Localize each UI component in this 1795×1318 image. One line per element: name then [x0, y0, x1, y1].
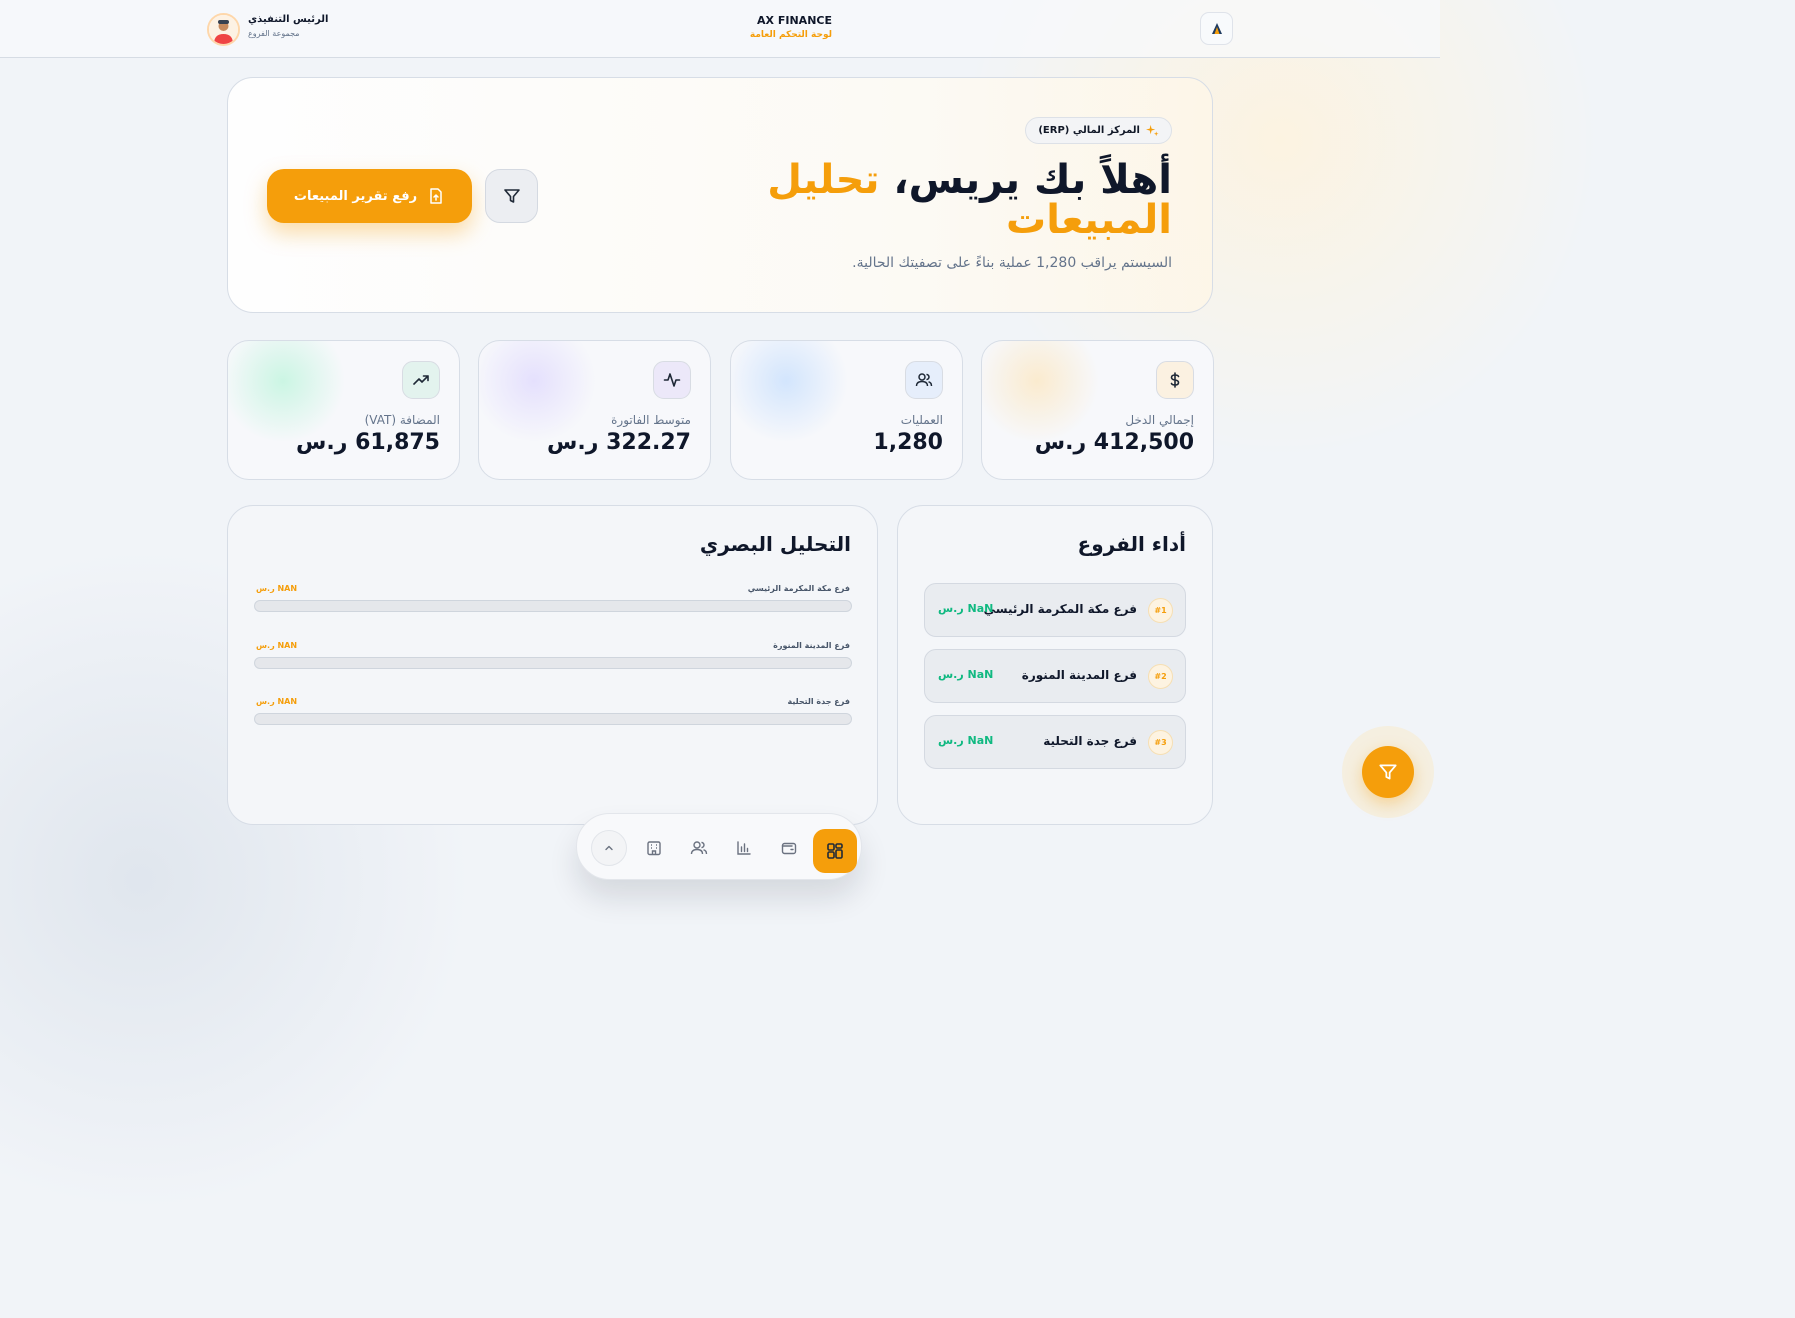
dock-branches-button[interactable]: [636, 830, 672, 866]
stat-card-vat: المضافة (VAT) 61,875 ر.س: [227, 340, 460, 480]
progress-row-value: NAN ر.س: [256, 697, 298, 706]
hero-card: المركز المالي (ERP) أهلاً بك يريس، تحليل…: [227, 77, 1213, 313]
stat-card-glow: [479, 341, 599, 441]
hero-badge: المركز المالي (ERP): [1025, 117, 1172, 144]
avatar[interactable]: [207, 13, 240, 46]
progress-track: [254, 713, 852, 725]
progress-row-label: فرع مكة المكرمة الرئيسي: [747, 584, 850, 593]
dock-collapse-button[interactable]: [591, 830, 627, 866]
stat-card-income: إجمالي الدخل 412,500 ر.س: [981, 340, 1214, 480]
dock-dashboard-button[interactable]: [813, 829, 857, 873]
branch-value: NaN ر.س: [938, 602, 994, 615]
grid-icon: [827, 843, 843, 859]
brand-logo[interactable]: [1200, 12, 1233, 45]
progress-track: [254, 657, 852, 669]
stat-label: إجمالي الدخل: [1125, 413, 1194, 427]
branch-name: فرع جدة التحلية: [1043, 734, 1137, 748]
floating-filter-button[interactable]: [1362, 746, 1414, 798]
stat-card-operations: العمليات 1,280: [730, 340, 963, 480]
dock-wallet-button[interactable]: [771, 830, 807, 866]
branch-performance-title: أداء الفروع: [1077, 532, 1186, 556]
trending-up-icon: [402, 361, 440, 399]
users-icon: [905, 361, 943, 399]
user-avatar-icon: [209, 15, 238, 44]
progress-row-label: فرع جدة التحلية: [787, 697, 850, 706]
filter-icon: [1379, 764, 1397, 780]
branch-name: فرع المدينة المنورة: [1021, 668, 1137, 682]
visual-analysis-title: التحليل البصري: [699, 532, 851, 556]
bottom-dock: [576, 813, 862, 880]
activity-icon: [653, 361, 691, 399]
building-icon: [647, 841, 661, 856]
stat-value: 1,280: [873, 430, 943, 455]
triangle-logo-icon: [1211, 22, 1222, 34]
stat-label: متوسط الفاتورة: [611, 413, 691, 427]
branch-rank: #3: [1148, 730, 1173, 755]
dock-users-button[interactable]: [681, 830, 717, 866]
top-bar: AX FINANCE لوحة التحكم العامة الرئيس الت…: [0, 0, 1440, 58]
file-upload-icon: [430, 188, 442, 204]
progress-row: فرع جدة التحلية NAN ر.س: [254, 697, 852, 729]
page-subtitle: السيستم يراقب 1,280 عملية بناءً على تصفي…: [852, 255, 1172, 271]
bar-chart-icon: [737, 841, 751, 855]
users-icon: [690, 841, 708, 855]
branch-performance-panel: أداء الفروع #1 فرع مكة المكرمة الرئيسي N…: [897, 505, 1213, 825]
branch-item[interactable]: #1 فرع مكة المكرمة الرئيسي NaN ر.س: [924, 583, 1186, 637]
visual-analysis-panel: التحليل البصري فرع مكة المكرمة الرئيسي N…: [227, 505, 878, 825]
stat-label: العمليات: [900, 413, 943, 427]
wallet-icon: [781, 842, 797, 855]
hero-badge-label: المركز المالي (ERP): [1038, 125, 1140, 136]
page-title: أهلاً بك يريس، تحليل المبيعات: [712, 160, 1172, 240]
branch-value: NaN ر.س: [938, 668, 994, 681]
branch-value: NaN ر.س: [938, 734, 994, 747]
dollar-icon: [1156, 361, 1194, 399]
upload-report-label: رفع تقرير المبيعات: [293, 188, 418, 204]
dock-reports-button[interactable]: [726, 830, 762, 866]
chevron-up-icon: [605, 845, 613, 851]
branch-item[interactable]: #2 فرع المدينة المنورة NaN ر.س: [924, 649, 1186, 703]
stat-card-glow: [731, 341, 851, 441]
sparkles-icon: [1146, 124, 1159, 137]
stat-label: المضافة (VAT): [364, 413, 440, 427]
progress-row-value: NAN ر.س: [256, 584, 298, 593]
stat-card-glow: [982, 341, 1102, 441]
stat-value: 61,875 ر.س: [296, 430, 440, 455]
stat-value: 412,500 ر.س: [1034, 430, 1194, 455]
branch-rank: #1: [1148, 598, 1173, 623]
progress-row: فرع المدينة المنورة NAN ر.س: [254, 641, 852, 673]
stat-card-average-invoice: متوسط الفاتورة 322.27 ر.س: [478, 340, 711, 480]
stat-value: 322.27 ر.س: [547, 430, 691, 455]
progress-row-value: NAN ر.س: [256, 641, 298, 650]
upload-report-button[interactable]: رفع تقرير المبيعات: [267, 169, 472, 223]
branch-rank: #2: [1148, 664, 1173, 689]
progress-row-label: فرع المدينة المنورة: [773, 641, 850, 650]
filter-button[interactable]: [485, 169, 538, 223]
branch-item[interactable]: #3 فرع جدة التحلية NaN ر.س: [924, 715, 1186, 769]
user-role: مجموعة الفروع: [248, 29, 300, 38]
progress-row: فرع مكة المكرمة الرئيسي NAN ر.س: [254, 584, 852, 616]
brand-title: AX FINANCE: [757, 14, 832, 27]
branch-name: فرع مكة المكرمة الرئيسي: [983, 602, 1137, 616]
stat-card-glow: [228, 341, 348, 441]
progress-track: [254, 600, 852, 612]
user-name: الرئيس التنفيذي: [248, 14, 329, 25]
brand-subtitle: لوحة التحكم العامة: [749, 30, 832, 40]
filter-icon: [503, 189, 520, 203]
